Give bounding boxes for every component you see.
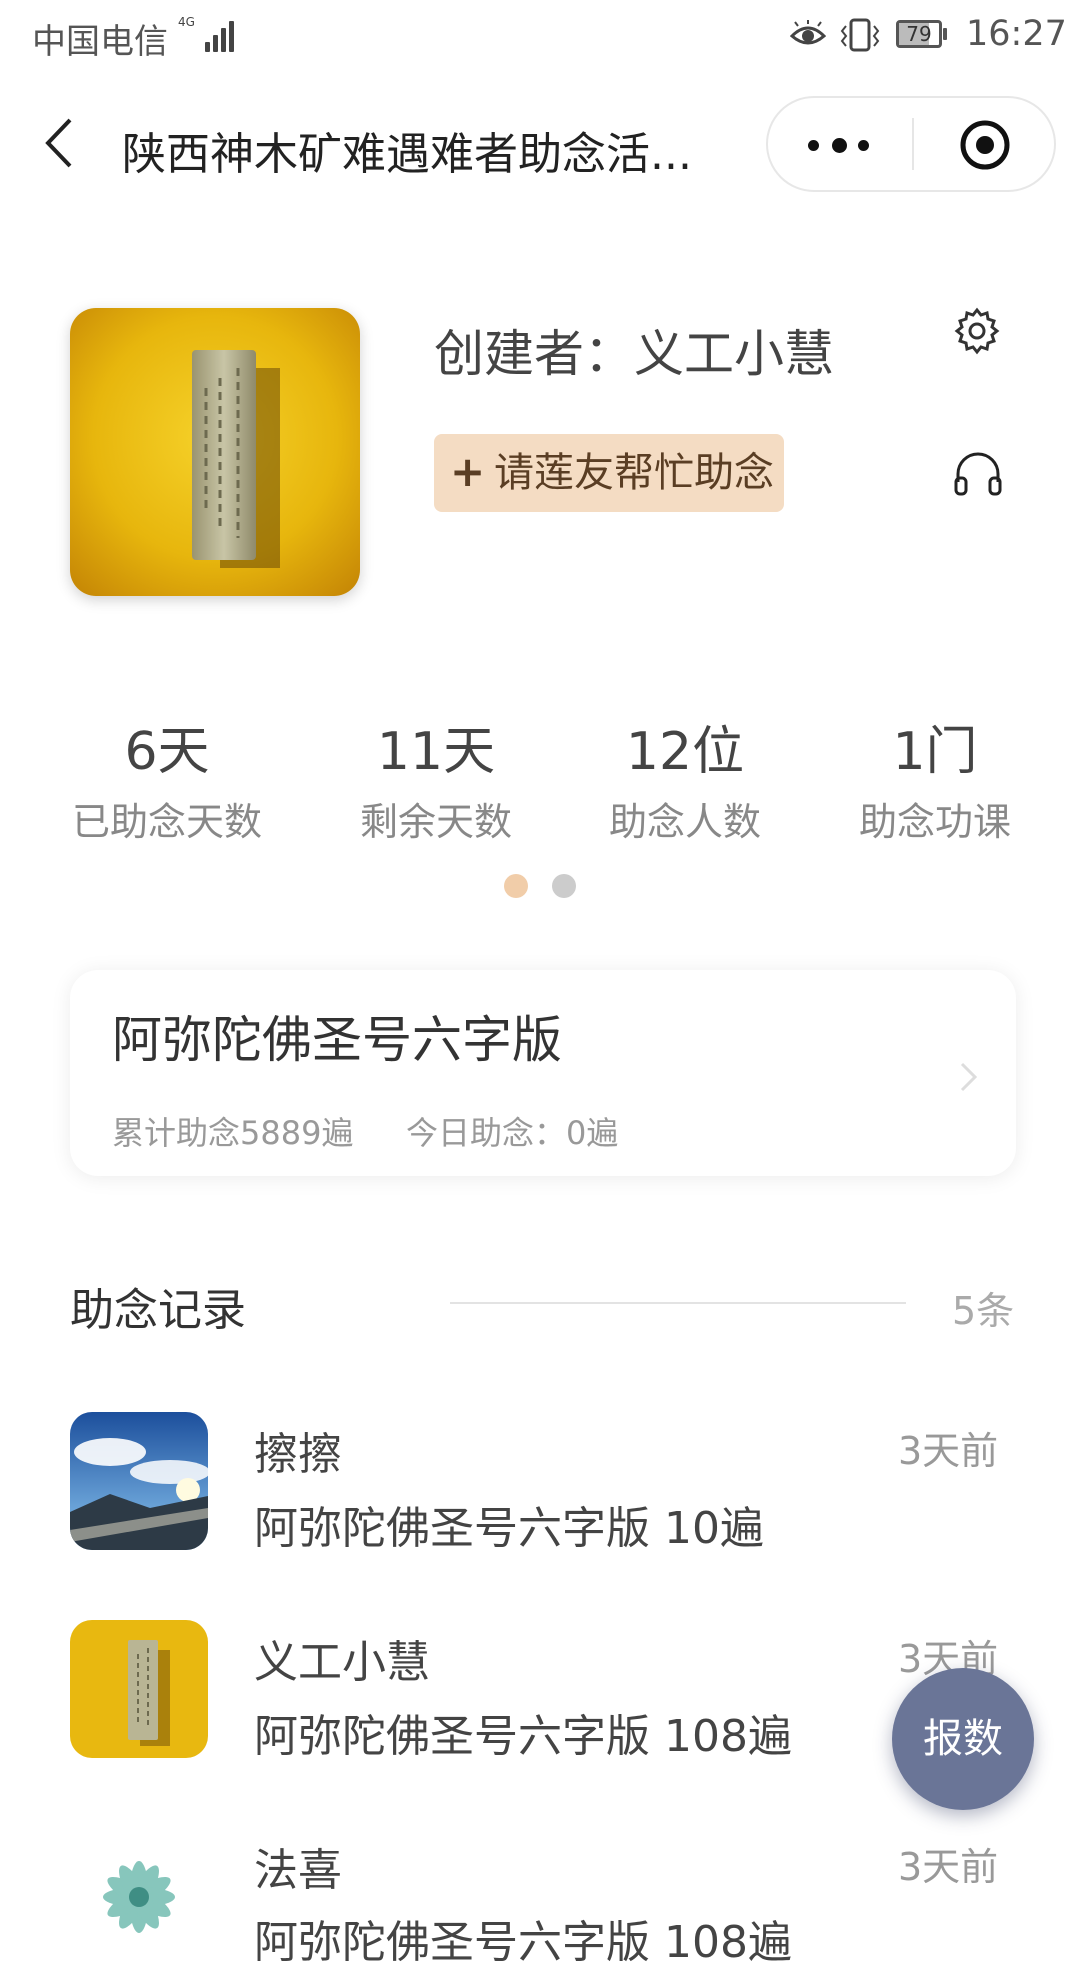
eye-icon [790, 20, 826, 45]
more-icon[interactable] [808, 124, 874, 164]
records-title: 助念记录 [70, 1285, 246, 1336]
record-time: 3天前 [898, 1845, 999, 1889]
record-time: 3天前 [898, 1429, 999, 1473]
stat-days-left: 11天 剩余天数 [311, 720, 561, 852]
miniprogram-capsule [766, 96, 1056, 192]
stat-value: 11天 [376, 722, 496, 782]
course-card[interactable]: 阿弥陀佛圣号六字版 累计助念5889遍 今日助念：0遍 [70, 970, 1016, 1176]
capsule-divider [912, 118, 914, 170]
stat-participants: 12位 助念人数 [560, 720, 810, 852]
record-detail: 阿弥陀佛圣号六字版 108遍 [254, 1917, 792, 1968]
records-count: 5条 [952, 1289, 1015, 1333]
stat-courses: 1门 助念功课 [810, 720, 1060, 852]
record-detail: 阿弥陀佛圣号六字版 10遍 [254, 1503, 764, 1554]
pager-dot-active[interactable] [504, 874, 528, 898]
signal-icon [205, 20, 235, 52]
creator-label: 创建者：义工小慧 [434, 325, 834, 383]
course-total: 累计助念5889遍 [112, 1114, 354, 1152]
stat-value: 12位 [625, 722, 745, 782]
plus-icon: + [450, 447, 486, 496]
stat-label: 助念功课 [858, 800, 1011, 844]
battery-icon: 79 [896, 20, 950, 50]
record-name: 法喜 [254, 1845, 342, 1896]
records-divider [450, 1302, 906, 1304]
page-title: 陕西神木矿难遇难者助念活... [122, 129, 692, 180]
lotus-avatar [70, 1828, 208, 1966]
network-type-label: 4G [178, 15, 195, 29]
landscape-avatar [70, 1412, 208, 1550]
close-miniprogram-icon[interactable] [958, 118, 1012, 172]
record-name: 擦擦 [254, 1429, 342, 1480]
battery-level: 79 [906, 22, 932, 46]
stat-value: 6天 [124, 722, 210, 782]
stat-days-done: 6天 已助念天数 [42, 720, 292, 852]
report-count-label: 报数 [923, 1716, 1003, 1762]
stat-label: 已助念天数 [71, 800, 262, 844]
stat-label: 助念人数 [608, 800, 761, 844]
pager-dot[interactable] [552, 874, 576, 898]
invite-help-button[interactable]: + 请莲友帮忙助念 [434, 434, 784, 512]
settings-gear-icon[interactable] [952, 306, 1002, 356]
plaque-avatar [70, 1620, 208, 1758]
course-title: 阿弥陀佛圣号六字版 [112, 1011, 562, 1069]
vibrate-icon [840, 18, 880, 52]
clock: 16:27 [966, 14, 1067, 54]
report-count-button[interactable]: 报数 [892, 1668, 1034, 1810]
back-icon[interactable] [38, 108, 78, 178]
record-name: 义工小慧 [254, 1637, 430, 1688]
course-today: 今日助念：0遍 [406, 1114, 619, 1152]
record-detail: 阿弥陀佛圣号六字版 108遍 [254, 1711, 792, 1762]
chevron-right-icon [960, 1062, 978, 1092]
stat-label: 剩余天数 [359, 800, 512, 844]
invite-help-label: 请莲友帮忙助念 [494, 450, 774, 496]
carrier-label: 中国电信 [32, 22, 168, 62]
stat-value: 1门 [892, 722, 978, 782]
cover-image [70, 308, 360, 596]
headphone-icon[interactable] [952, 448, 1004, 498]
status-bar: 中国电信 4G 79 16:27 [0, 0, 1080, 72]
